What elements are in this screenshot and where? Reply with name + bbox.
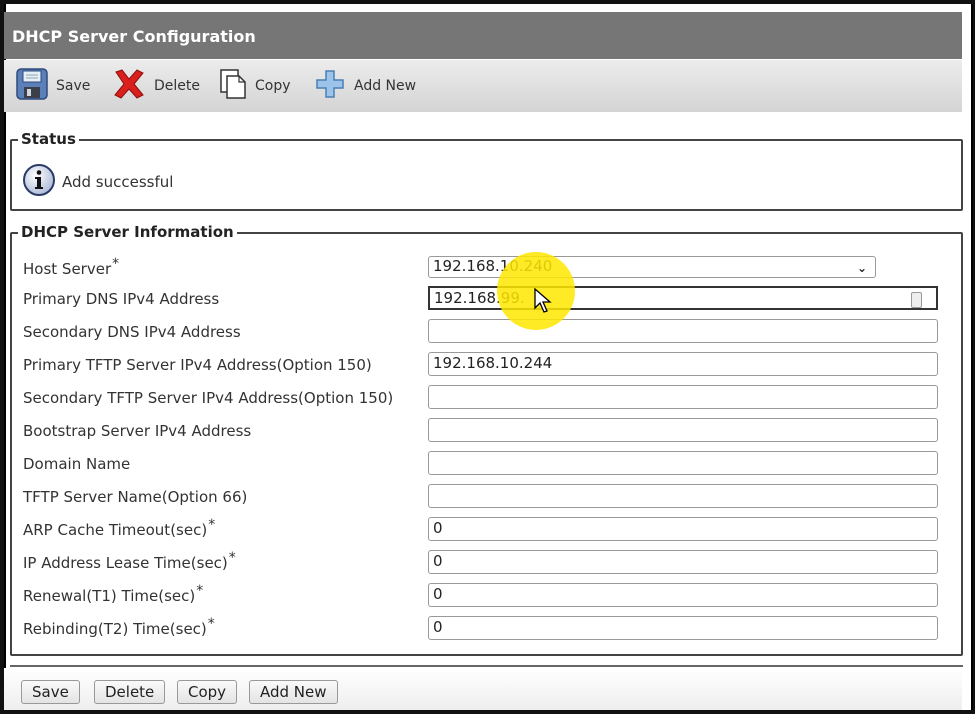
add-new-button[interactable]: Add New <box>249 680 338 704</box>
secondary-tftp-input[interactable] <box>428 385 938 409</box>
page-title: DHCP Server Configuration <box>12 27 256 46</box>
lease-time-label: IP Address Lease Time(sec)* <box>23 550 236 572</box>
tftp-server-name-label: TFTP Server Name(Option 66) <box>23 488 248 506</box>
dhcp-server-info-legend: DHCP Server Information <box>18 223 237 241</box>
title-bar: DHCP Server Configuration <box>4 12 962 59</box>
status-legend: Status <box>18 130 79 148</box>
field-row-secondary-tftp: Secondary TFTP Server IPv4 Address(Optio… <box>12 383 961 413</box>
autofill-key-icon[interactable] <box>911 292 922 308</box>
secondary-tftp-label: Secondary TFTP Server IPv4 Address(Optio… <box>23 389 394 407</box>
field-row-domain-name: Domain Name <box>12 449 961 479</box>
rebinding-time-input[interactable]: 0 <box>428 616 938 640</box>
info-icon <box>22 163 56 201</box>
host-server-select[interactable]: 192.168.10.240 ⌄ <box>428 256 876 278</box>
host-server-label: Host Server* <box>23 256 120 278</box>
save-button[interactable]: Save <box>21 680 80 704</box>
toolbar-add-new-button[interactable]: Add New <box>314 70 416 102</box>
delete-button[interactable]: Delete <box>94 680 166 704</box>
domain-name-label: Domain Name <box>23 455 131 473</box>
field-row-lease-time: IP Address Lease Time(sec)* 0 <box>12 548 961 578</box>
field-row-bootstrap-server: Bootstrap Server IPv4 Address <box>12 416 961 446</box>
toolbar-delete-button[interactable]: Delete <box>112 68 200 104</box>
primary-dns-label: Primary DNS IPv4 Address <box>23 290 220 308</box>
delete-x-icon <box>112 68 146 104</box>
domain-name-input[interactable] <box>428 451 938 475</box>
field-row-renewal-time: Renewal(T1) Time(sec)* 0 <box>12 581 961 611</box>
status-fieldset: Status Add successful <box>10 130 963 211</box>
save-icon <box>16 68 48 104</box>
bottom-button-bar: Save Delete Copy Add New <box>4 668 962 710</box>
bottom-divider <box>10 665 963 667</box>
field-row-primary-tftp: Primary TFTP Server IPv4 Address(Option … <box>12 350 961 380</box>
arp-cache-timeout-input[interactable]: 0 <box>428 517 938 541</box>
secondary-dns-input[interactable] <box>428 319 938 343</box>
toolbar-save-label: Save <box>56 78 91 94</box>
primary-tftp-input[interactable]: 192.168.10.244 <box>428 352 938 376</box>
copy-icon <box>219 68 247 104</box>
arp-cache-timeout-label: ARP Cache Timeout(sec)* <box>23 517 216 539</box>
toolbar-delete-label: Delete <box>154 78 200 94</box>
field-row-primary-dns: Primary DNS IPv4 Address 192.168.99. <box>12 284 961 314</box>
tftp-server-name-input[interactable] <box>428 484 938 508</box>
toolbar-copy-label: Copy <box>255 78 291 94</box>
mouse-cursor-icon <box>534 287 552 318</box>
dhcp-server-info-fieldset: DHCP Server Information Host Server* 192… <box>10 223 963 656</box>
secondary-dns-label: Secondary DNS IPv4 Address <box>23 323 241 341</box>
field-row-arp-cache-timeout: ARP Cache Timeout(sec)* 0 <box>12 515 961 545</box>
field-row-tftp-server-name: TFTP Server Name(Option 66) <box>12 482 961 512</box>
lease-time-input[interactable]: 0 <box>428 550 938 574</box>
toolbar: Save Delete Copy Add New <box>4 60 962 112</box>
toolbar-copy-button[interactable]: Copy <box>219 68 291 104</box>
rebinding-time-label: Rebinding(T2) Time(sec)* <box>23 616 215 638</box>
chevron-down-icon: ⌄ <box>856 261 867 275</box>
toolbar-add-new-label: Add New <box>354 78 417 94</box>
copy-button[interactable]: Copy <box>177 680 238 704</box>
status-message-row: Add successful <box>22 163 173 201</box>
bootstrap-server-label: Bootstrap Server IPv4 Address <box>23 422 252 440</box>
toolbar-save-button[interactable]: Save <box>16 68 91 104</box>
renewal-time-label: Renewal(T1) Time(sec)* <box>23 583 204 605</box>
field-row-rebinding-time: Rebinding(T2) Time(sec)* 0 <box>12 614 961 644</box>
status-message: Add successful <box>62 173 174 191</box>
renewal-time-input[interactable]: 0 <box>428 583 938 607</box>
bootstrap-server-input[interactable] <box>428 418 938 442</box>
field-row-secondary-dns: Secondary DNS IPv4 Address <box>12 317 961 347</box>
primary-tftp-label: Primary TFTP Server IPv4 Address(Option … <box>23 356 372 374</box>
field-row-host-server: Host Server* 192.168.10.240 ⌄ <box>12 254 961 284</box>
plus-icon <box>314 68 346 104</box>
